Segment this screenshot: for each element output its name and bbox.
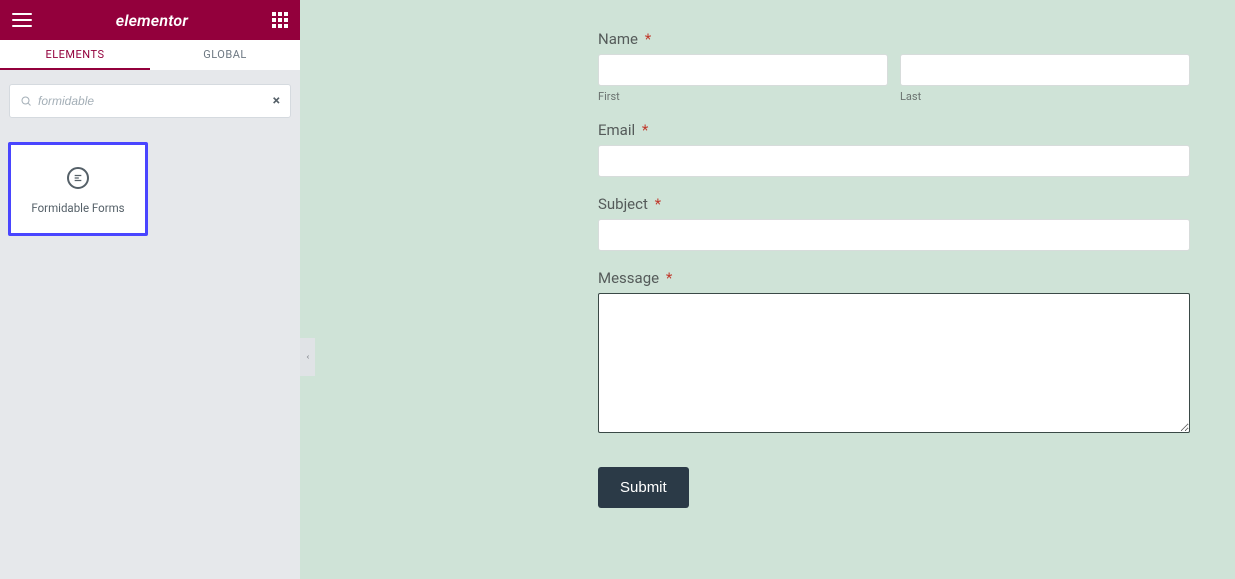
collapse-sidebar-button[interactable] <box>300 338 315 376</box>
required-marker: * <box>642 121 648 139</box>
editor-canvas: Name * First Last Email * <box>300 0 1235 579</box>
label-email-text: Email <box>598 121 635 139</box>
widget-grid: Formidable Forms <box>0 128 300 250</box>
required-marker: * <box>666 269 672 287</box>
field-message: Message * <box>598 269 1190 437</box>
required-marker: * <box>655 195 661 213</box>
subject-input[interactable] <box>598 219 1190 251</box>
apps-grid-icon[interactable] <box>272 12 288 28</box>
label-message-text: Message <box>598 269 659 287</box>
search-box: × <box>9 84 291 118</box>
email-input[interactable] <box>598 145 1190 177</box>
search-icon <box>20 95 32 107</box>
formidable-icon <box>67 167 89 189</box>
menu-icon[interactable] <box>12 13 32 27</box>
search-input[interactable] <box>38 94 273 108</box>
label-name-text: Name <box>598 30 638 48</box>
tab-elements[interactable]: ELEMENTS <box>0 40 150 70</box>
field-email: Email * <box>598 121 1190 177</box>
label-subject: Subject * <box>598 195 1190 213</box>
contact-form: Name * First Last Email * <box>598 30 1190 508</box>
label-message: Message * <box>598 269 1190 287</box>
submit-button[interactable]: Submit <box>598 467 689 508</box>
sidebar-tabs: ELEMENTS GLOBAL <box>0 40 300 70</box>
label-subject-text: Subject <box>598 195 648 213</box>
message-textarea[interactable] <box>598 293 1190 433</box>
sidebar-header: elementor <box>0 0 300 40</box>
required-marker: * <box>645 30 651 48</box>
sublabel-last: Last <box>900 90 1190 103</box>
label-name: Name * <box>598 30 1190 48</box>
field-name: Name * First Last <box>598 30 1190 103</box>
tab-global[interactable]: GLOBAL <box>150 40 300 70</box>
elementor-logo: elementor <box>116 11 188 30</box>
widget-label: Formidable Forms <box>31 201 124 215</box>
label-email: Email * <box>598 121 1190 139</box>
widget-formidable-forms[interactable]: Formidable Forms <box>8 142 148 236</box>
sublabel-first: First <box>598 90 888 103</box>
search-wrap: × <box>0 70 300 128</box>
field-subject: Subject * <box>598 195 1190 251</box>
first-name-input[interactable] <box>598 54 888 86</box>
last-name-input[interactable] <box>900 54 1190 86</box>
elementor-sidebar: elementor ELEMENTS GLOBAL × <box>0 0 300 579</box>
clear-search-icon[interactable]: × <box>273 93 280 109</box>
